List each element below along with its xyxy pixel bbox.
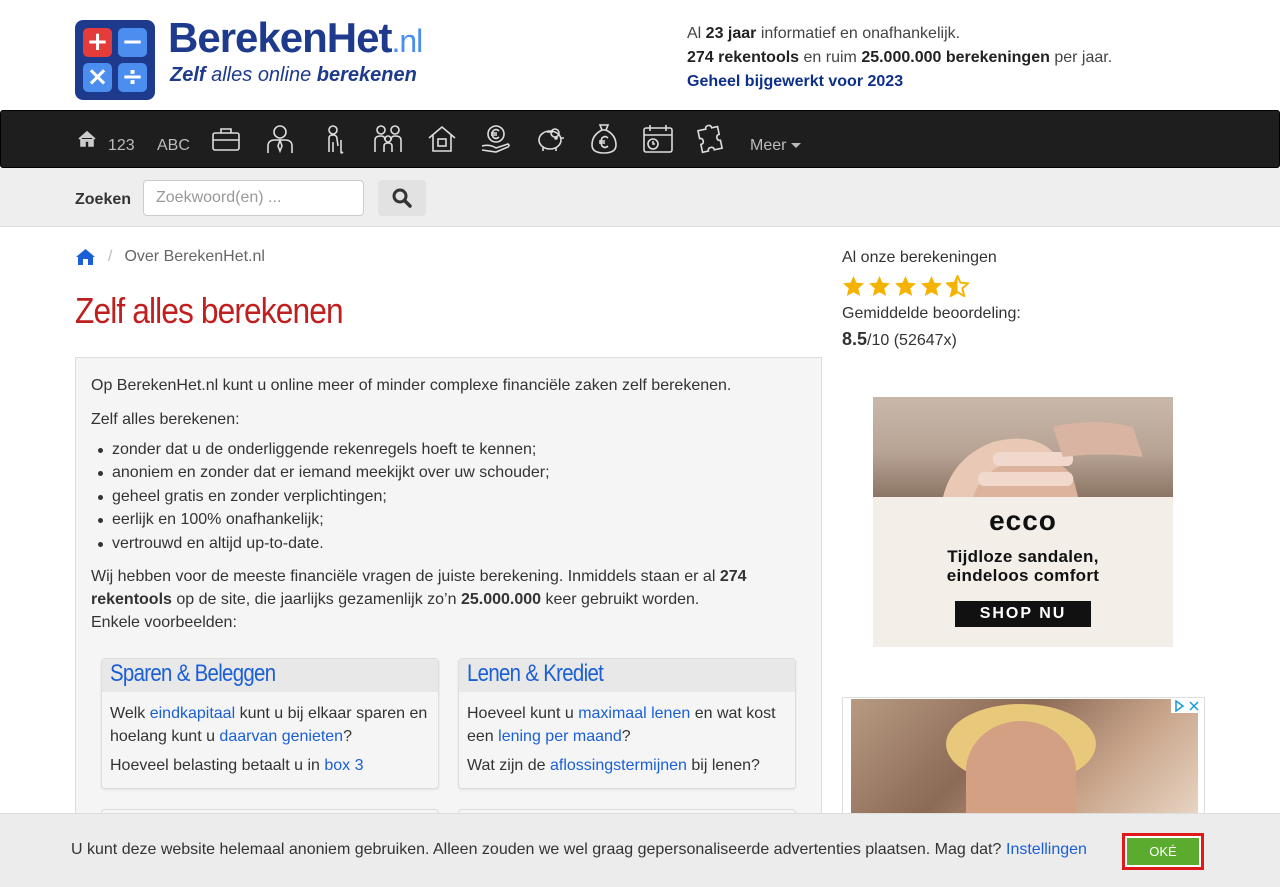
cookie-banner: U kunt deze website helemaal anoniem geb… [0,813,1280,887]
card-sparen: Sparen & Beleggen Welk eindkapitaal kunt… [101,658,439,789]
main-content: Op BerekenHet.nl kunt u online meer of m… [75,357,822,817]
briefcase-icon [212,128,240,151]
money-bag-icon [591,124,617,154]
caret-down-icon [791,143,802,149]
header-info: Al 23 jaar informatief en onafhankelijk.… [687,22,1112,94]
list-item: geheel gratis en zonder verplichtingen; [98,485,806,508]
site-tagline: Zelf alles online berekenen [170,64,417,86]
card-title[interactable]: Sparen & Beleggen [102,659,438,692]
list-item: eerlijk en 100% onafhankelijk; [98,508,806,531]
stats-paragraph: Wij hebben voor de meeste financiële vra… [91,568,747,632]
ad-banner-2[interactable] [842,697,1205,817]
nav-savings[interactable] [533,111,567,167]
breadcrumb-current: Over BerekenHet.nl [124,248,265,265]
cookie-ok-button[interactable]: OKÉ [1122,833,1204,870]
ad-brand: ecco [989,505,1057,536]
star-icon [842,275,865,297]
link-aflossingstermijnen[interactable]: aflossingstermijnen [550,757,687,774]
site-header: + − × ÷ BerekenHet.nl Zelf alles online … [0,0,1280,110]
list-item: zonder dat u de onderliggende rekenregel… [98,438,806,461]
nav-numbers[interactable]: 123 [108,137,135,155]
piggy-bank-icon [538,128,564,151]
search-input[interactable] [143,180,364,216]
nav-more-label: Meer [750,137,787,154]
close-icon[interactable] [1188,700,1200,712]
ad-photo [873,397,1173,497]
link-box3[interactable]: box 3 [324,757,363,774]
page-title: Zelf alles berekenen [75,290,344,331]
update-notice[interactable]: Geheel bijgewerkt voor 2023 [687,70,1112,94]
ad-photo-face [966,721,1076,816]
nav-home[interactable] [76,111,98,167]
card-lenen: Lenen & Krediet Hoeveel kunt u maximaal … [458,658,796,789]
nav-loans[interactable] [587,111,621,167]
search-icon [392,188,412,208]
nav-pension[interactable] [317,111,351,167]
cookie-text: U kunt deze website helemaal anoniem geb… [71,841,1002,858]
nav-more-dropdown[interactable]: Meer [750,137,802,155]
family-icon [374,125,402,152]
star-icon [868,275,891,297]
link-maximaal-lenen[interactable]: maximaal lenen [578,705,690,722]
minus-icon: − [118,28,147,57]
divide-icon: ÷ [118,63,147,92]
sandal-image [943,422,1143,497]
business-person-icon [267,125,293,154]
elderly-person-icon [328,125,344,154]
ad-choices[interactable] [1171,699,1202,713]
half-star-icon [946,275,969,297]
nav-dates[interactable] [641,111,675,167]
nav-family[interactable] [371,111,405,167]
home-icon [78,130,96,147]
sidebar-title: Al onze berekeningen [842,249,997,266]
star-icon [894,275,917,297]
plus-icon: + [83,28,112,57]
nav-misc[interactable] [695,111,729,167]
search-button[interactable] [378,180,426,216]
list-item: anoniem en zonder dat er iemand meekijkt… [98,461,806,484]
ad-choices-icon[interactable] [1173,700,1185,712]
brand-tld: .nl [391,23,423,59]
intro-text: Op BerekenHet.nl kunt u online meer of m… [91,377,732,394]
search-label: Zoeken [75,191,132,208]
puzzle-icon [697,124,724,154]
cookie-settings-link[interactable]: Instellingen [1006,841,1087,859]
ad-banner-ecco[interactable]: ecco Tijdloze sandalen, eindeloos comfort… [873,397,1173,647]
multiply-icon: × [83,63,112,92]
nav-alphabet[interactable]: ABC [157,137,190,155]
benefits-list: zonder dat u de onderliggende rekenregel… [98,438,806,555]
list-item: vertrouwd en altijd up-to-date. [98,532,806,555]
logo-icon[interactable]: + − × ÷ [75,20,155,100]
nav-work[interactable] [209,111,243,167]
breadcrumb-separator: / [108,248,113,265]
nav-business[interactable] [263,111,297,167]
rating-label: Gemiddelde beoordeling: [842,305,1021,322]
star-icon [920,275,943,297]
site-brand[interactable]: BerekenHet.nl [168,14,423,62]
ad-text: Tijdloze sandalen, eindeloos comfort [946,547,1100,585]
breadcrumb: / Over BerekenHet.nl [75,248,265,266]
ad-photo [851,699,1198,816]
calendar-icon [643,125,673,153]
ad-shop-button[interactable]: SHOP NU [955,601,1091,627]
home-icon[interactable] [75,248,96,266]
link-daarvan-genieten[interactable]: daarvan genieten [219,728,343,745]
nav-housing[interactable] [425,111,459,167]
rating-score: 8.5/10 (52647x) [842,329,957,349]
search-bar: Zoeken [0,168,1280,227]
card-title[interactable]: Lenen & Krediet [459,659,795,692]
brand-main: BerekenHet [168,14,392,61]
link-lening-per-maand[interactable]: lening per maand [498,728,622,745]
house-icon [428,125,456,152]
subheading: Zelf alles berekenen: [91,411,240,428]
link-eindkapitaal[interactable]: eindkapitaal [150,705,235,722]
rating-stars [842,275,969,297]
main-nav: 123 ABC Meer [0,110,1280,168]
cookie-ok-label: OKÉ [1127,838,1199,865]
hand-euro-icon [481,125,510,153]
nav-income[interactable] [479,111,513,167]
